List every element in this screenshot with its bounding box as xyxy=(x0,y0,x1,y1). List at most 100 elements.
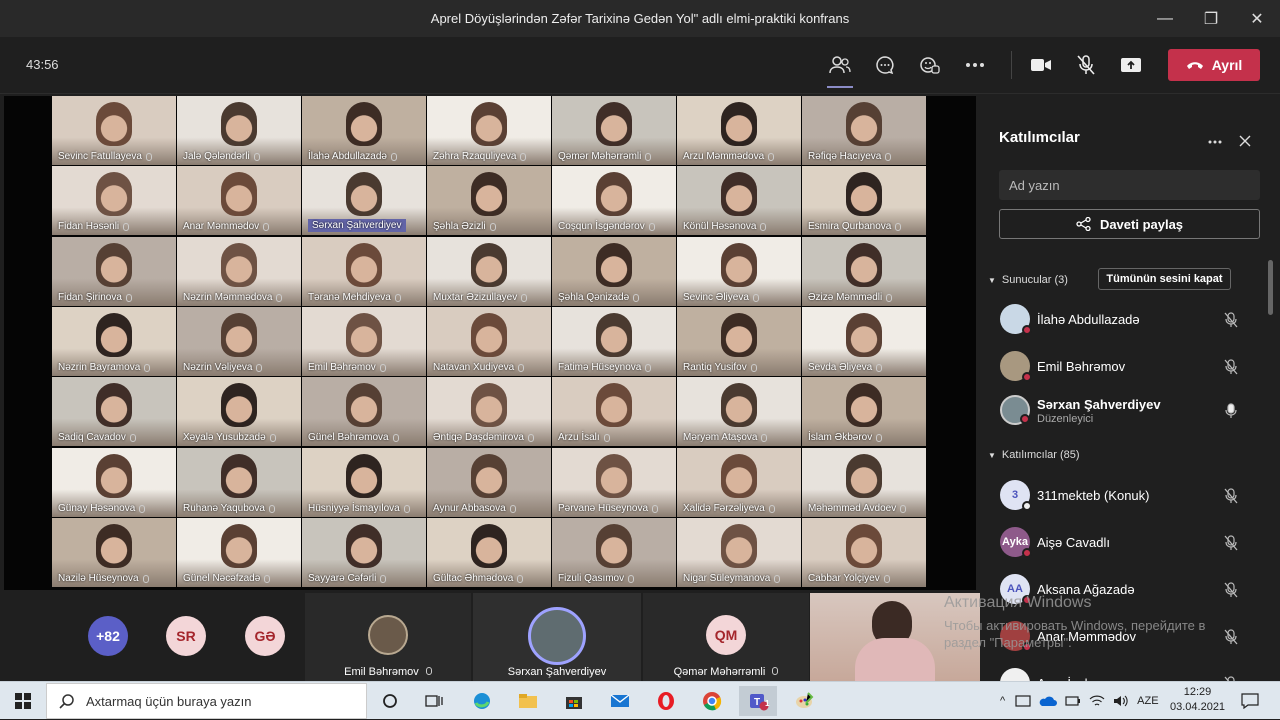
video-tile[interactable]: Xalidə Fərzəliyeva xyxy=(677,448,801,517)
video-tile[interactable]: Nəzrin Məmmədova xyxy=(177,237,301,306)
video-tile[interactable]: Sayyarə Cəfərli xyxy=(302,518,426,587)
windows-start-icon[interactable] xyxy=(0,682,46,720)
video-tile[interactable]: Rantiq Yusifov xyxy=(677,307,801,376)
language-indicator[interactable]: AZE xyxy=(1137,695,1158,707)
video-tile[interactable]: Təranə Mehdiyeva xyxy=(302,237,426,306)
mute-all-button[interactable]: Tümünün sesini kapat xyxy=(1098,268,1231,290)
video-tile[interactable]: Cabbar Yolçiyev xyxy=(802,518,926,587)
attendee-row[interactable]: 3 311mekteb (Konuk) xyxy=(1000,476,1260,512)
video-tile[interactable]: Qəmər Məhərrəmli xyxy=(552,96,676,165)
video-tile[interactable]: İslam Əkbərov xyxy=(802,377,926,446)
more-options-icon[interactable] xyxy=(960,51,990,79)
share-invite-button[interactable]: Daveti paylaş xyxy=(999,209,1260,239)
presenter-row[interactable]: İlahə Abdullazadə xyxy=(1000,300,1260,336)
volume-icon[interactable] xyxy=(1113,694,1129,708)
minimize-icon[interactable]: — xyxy=(1142,0,1188,37)
teams-icon[interactable]: T1 xyxy=(739,686,777,716)
mic-icon[interactable] xyxy=(1224,403,1238,424)
mic-muted-icon[interactable] xyxy=(1071,51,1101,79)
mic-muted-icon[interactable] xyxy=(1224,359,1238,380)
panel-close-icon[interactable] xyxy=(1239,135,1251,147)
mic-muted-icon[interactable] xyxy=(1224,488,1238,509)
video-tile[interactable]: Məhəmməd Avdoev xyxy=(802,448,926,517)
attendees-section-toggle[interactable]: ▼ Katılımcılar (85) xyxy=(988,449,1080,461)
edge-icon[interactable] xyxy=(463,686,501,716)
participants-icon[interactable] xyxy=(825,51,855,88)
camera-icon[interactable] xyxy=(1026,51,1056,79)
video-tile[interactable]: Günel Bəhrəmova xyxy=(302,377,426,446)
video-tile[interactable]: Rəfiqə Hacıyeva xyxy=(802,96,926,165)
video-tile[interactable]: Coşqun İsgəndərov xyxy=(552,166,676,235)
video-tile[interactable]: Emil Bəhrəmov xyxy=(302,307,426,376)
video-tile[interactable]: Jalə Qələndərli xyxy=(177,96,301,165)
share-screen-icon[interactable] xyxy=(1116,51,1146,79)
opera-icon[interactable] xyxy=(647,686,685,716)
attendee-row[interactable]: Arzu İsalı xyxy=(1000,664,1260,681)
video-tile[interactable]: Şəhla Qənizadə xyxy=(552,237,676,306)
task-view-icon[interactable] xyxy=(415,686,453,716)
video-tile[interactable]: Nəzrin Bayramova xyxy=(52,307,176,376)
chat-icon[interactable] xyxy=(870,51,900,79)
video-tile[interactable]: Şəhla Əzizli xyxy=(427,166,551,235)
tray-expand-icon[interactable]: ^ xyxy=(1000,695,1005,707)
video-tile[interactable]: Sərxan Şahverdiyev xyxy=(302,166,426,235)
video-tile[interactable]: Fidan Şirinova xyxy=(52,237,176,306)
maximize-icon[interactable]: ❐ xyxy=(1188,0,1234,37)
mail-icon[interactable] xyxy=(601,686,639,716)
attendee-row[interactable]: Ayka Aişə Cavadlı xyxy=(1000,523,1260,559)
avatar-sr[interactable]: SR xyxy=(166,616,206,656)
video-tile-serxan[interactable]: Sərxan Şahverdiyev xyxy=(473,593,641,681)
mic-muted-icon[interactable] xyxy=(1224,312,1238,333)
video-tile[interactable]: Əntiqə Daşdəmirova xyxy=(427,377,551,446)
video-tile[interactable]: Nigar Süleymanova xyxy=(677,518,801,587)
panel-more-icon[interactable] xyxy=(1208,140,1222,144)
wifi-icon[interactable] xyxy=(1089,694,1105,708)
presenters-section-toggle[interactable]: ▼ Sunucular (3) xyxy=(988,274,1068,286)
notifications-icon[interactable] xyxy=(1241,693,1259,709)
video-tile[interactable]: Sevinc Əliyeva xyxy=(677,237,801,306)
onedrive-icon[interactable] xyxy=(1039,695,1058,707)
video-tile-qemer[interactable]: QM Qəmər Məhərrəmli xyxy=(643,593,809,681)
mic-muted-icon[interactable] xyxy=(1224,535,1238,556)
meet-now-icon[interactable] xyxy=(1015,694,1031,708)
video-tile[interactable]: Anar Məmmədov xyxy=(177,166,301,235)
video-tile[interactable]: Günel Nəcəfzadə xyxy=(177,518,301,587)
video-tile[interactable]: Arzu İsalı xyxy=(552,377,676,446)
video-tile[interactable]: Ruhanə Yaqubova xyxy=(177,448,301,517)
presenter-row[interactable]: Emil Bəhrəmov xyxy=(1000,347,1260,383)
video-tile[interactable]: Könül Həsənova xyxy=(677,166,801,235)
panel-scrollbar[interactable] xyxy=(1268,260,1273,315)
cortana-icon[interactable] xyxy=(371,686,409,716)
video-tile[interactable]: Fatimə Hüseynova xyxy=(552,307,676,376)
video-tile[interactable]: Gültac Əhmədova xyxy=(427,518,551,587)
file-explorer-icon[interactable] xyxy=(509,686,547,716)
store-icon[interactable] xyxy=(555,686,593,716)
video-tile[interactable]: Məryəm Ataşova xyxy=(677,377,801,446)
more-participants-avatar[interactable]: +82 xyxy=(88,616,128,656)
leave-button[interactable]: Ayrıl xyxy=(1168,49,1260,81)
system-clock[interactable]: 12:29 03.04.2021 xyxy=(1170,685,1225,715)
video-tile[interactable]: Zəhra Rzaquliyeva xyxy=(427,96,551,165)
video-tile[interactable]: Esmira Qurbanova xyxy=(802,166,926,235)
video-tile[interactable]: Pərvanə Hüseynova xyxy=(552,448,676,517)
video-tile[interactable]: Natavan Xudiyeva xyxy=(427,307,551,376)
mic-muted-icon[interactable] xyxy=(1224,582,1238,603)
mic-muted-icon[interactable] xyxy=(1224,629,1238,650)
reactions-icon[interactable] xyxy=(915,51,945,79)
presenter-row[interactable]: Sərxan Şahverdiyev Düzenleyici xyxy=(1000,391,1260,427)
video-tile[interactable]: İlahə Abdullazadə xyxy=(302,96,426,165)
close-window-icon[interactable]: ✕ xyxy=(1234,0,1280,37)
video-tile[interactable]: Sadiq Cavadov xyxy=(52,377,176,446)
video-tile[interactable]: Sevinc Fatullayeva xyxy=(52,96,176,165)
video-tile[interactable]: Muxtar Əzizullayev xyxy=(427,237,551,306)
video-tile[interactable]: Hüsniyyə İsmayılova xyxy=(302,448,426,517)
video-tile[interactable]: Nazilə Hüseynova xyxy=(52,518,176,587)
battery-icon[interactable] xyxy=(1065,694,1081,708)
video-tile[interactable]: Aynur Abbasova xyxy=(427,448,551,517)
video-tile[interactable]: Günay Həsənova xyxy=(52,448,176,517)
video-tile[interactable]: Xəyalə Yusubzadə xyxy=(177,377,301,446)
video-tile-emil[interactable]: Emil Bəhrəmov xyxy=(305,593,471,681)
taskbar-search-box[interactable]: Axtarmaq üçün buraya yazın xyxy=(46,683,367,719)
video-tile[interactable]: Fidan Həsənli xyxy=(52,166,176,235)
participant-search-input[interactable]: Ad yazın xyxy=(999,170,1260,200)
